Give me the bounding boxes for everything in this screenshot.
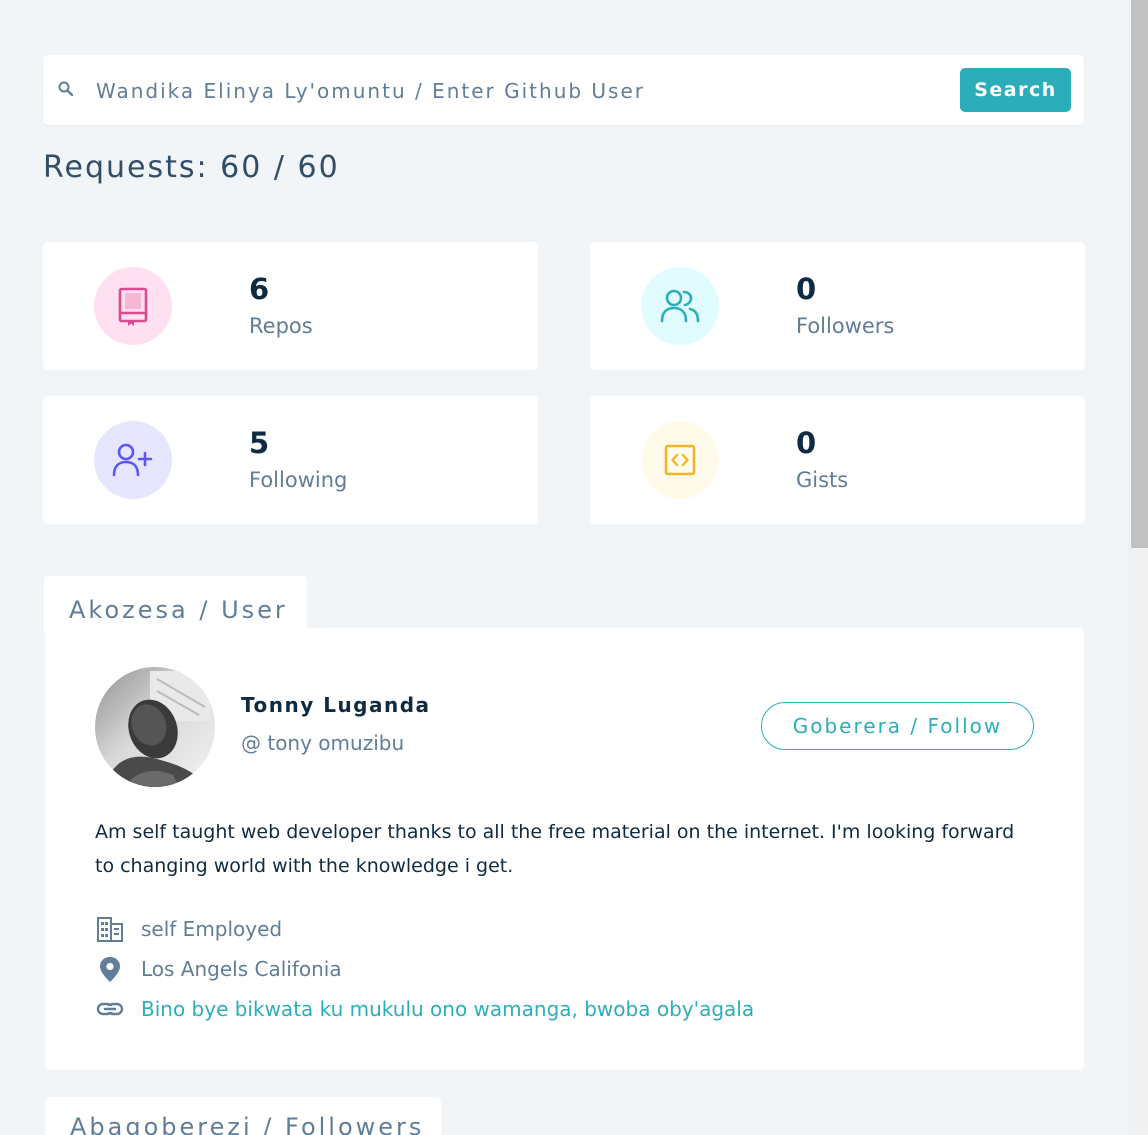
gists-label: Gists bbox=[796, 468, 849, 492]
company-row: self Employed bbox=[95, 914, 995, 944]
repos-label: Repos bbox=[249, 314, 313, 338]
company-text: self Employed bbox=[141, 917, 283, 941]
blog-link[interactable]: Bino bye bikwata ku mukulu ono wamanga, … bbox=[141, 997, 754, 1021]
following-label: Following bbox=[249, 468, 348, 492]
book-icon bbox=[118, 287, 148, 326]
following-icon-circle bbox=[94, 421, 172, 499]
user-section-tab: Akozesa / User bbox=[44, 576, 307, 630]
stat-card-repos: 6 Repos bbox=[43, 242, 538, 370]
followers-label: Followers bbox=[796, 314, 895, 338]
user-handle: @ tony omuzibu bbox=[241, 731, 405, 755]
search-icon bbox=[58, 81, 74, 97]
location-text: Los Angels Califonia bbox=[141, 957, 342, 981]
location-row: Los Angels Califonia bbox=[95, 954, 995, 984]
avatar bbox=[95, 667, 215, 787]
gists-count: 0 bbox=[796, 426, 817, 460]
user-name: Tonny Luganda bbox=[241, 693, 431, 717]
stat-card-followers: 0 Followers bbox=[590, 242, 1085, 370]
requests-counter: Requests: 60 / 60 bbox=[43, 150, 340, 185]
stat-card-following: 5 Following bbox=[43, 396, 538, 524]
gists-icon-circle bbox=[641, 421, 719, 499]
users-icon bbox=[660, 289, 700, 323]
repos-icon-circle bbox=[94, 267, 172, 345]
search-input[interactable] bbox=[96, 72, 946, 110]
repos-count: 6 bbox=[249, 272, 270, 306]
following-count: 5 bbox=[249, 426, 270, 460]
user-bio: Am self taught web developer thanks to a… bbox=[95, 821, 1015, 877]
stat-card-gists: 0 Gists bbox=[590, 396, 1085, 524]
building-icon bbox=[95, 914, 127, 944]
followers-section-tab: Abagoberezi / Followers bbox=[45, 1097, 441, 1135]
follow-button[interactable]: Goberera / Follow bbox=[761, 702, 1034, 750]
followers-icon-circle bbox=[641, 267, 719, 345]
map-pin-icon bbox=[95, 954, 127, 984]
blog-row: Bino bye bikwata ku mukulu ono wamanga, … bbox=[95, 994, 995, 1024]
search-button[interactable]: Search bbox=[960, 68, 1071, 112]
followers-count: 0 bbox=[796, 272, 817, 306]
scrollbar-thumb[interactable] bbox=[1131, 0, 1148, 548]
page: Search Requests: 60 / 60 6 Repos 0 Follo… bbox=[0, 0, 1148, 1135]
user-plus-icon bbox=[112, 443, 153, 477]
code-icon bbox=[664, 444, 696, 476]
link-icon bbox=[95, 994, 127, 1024]
